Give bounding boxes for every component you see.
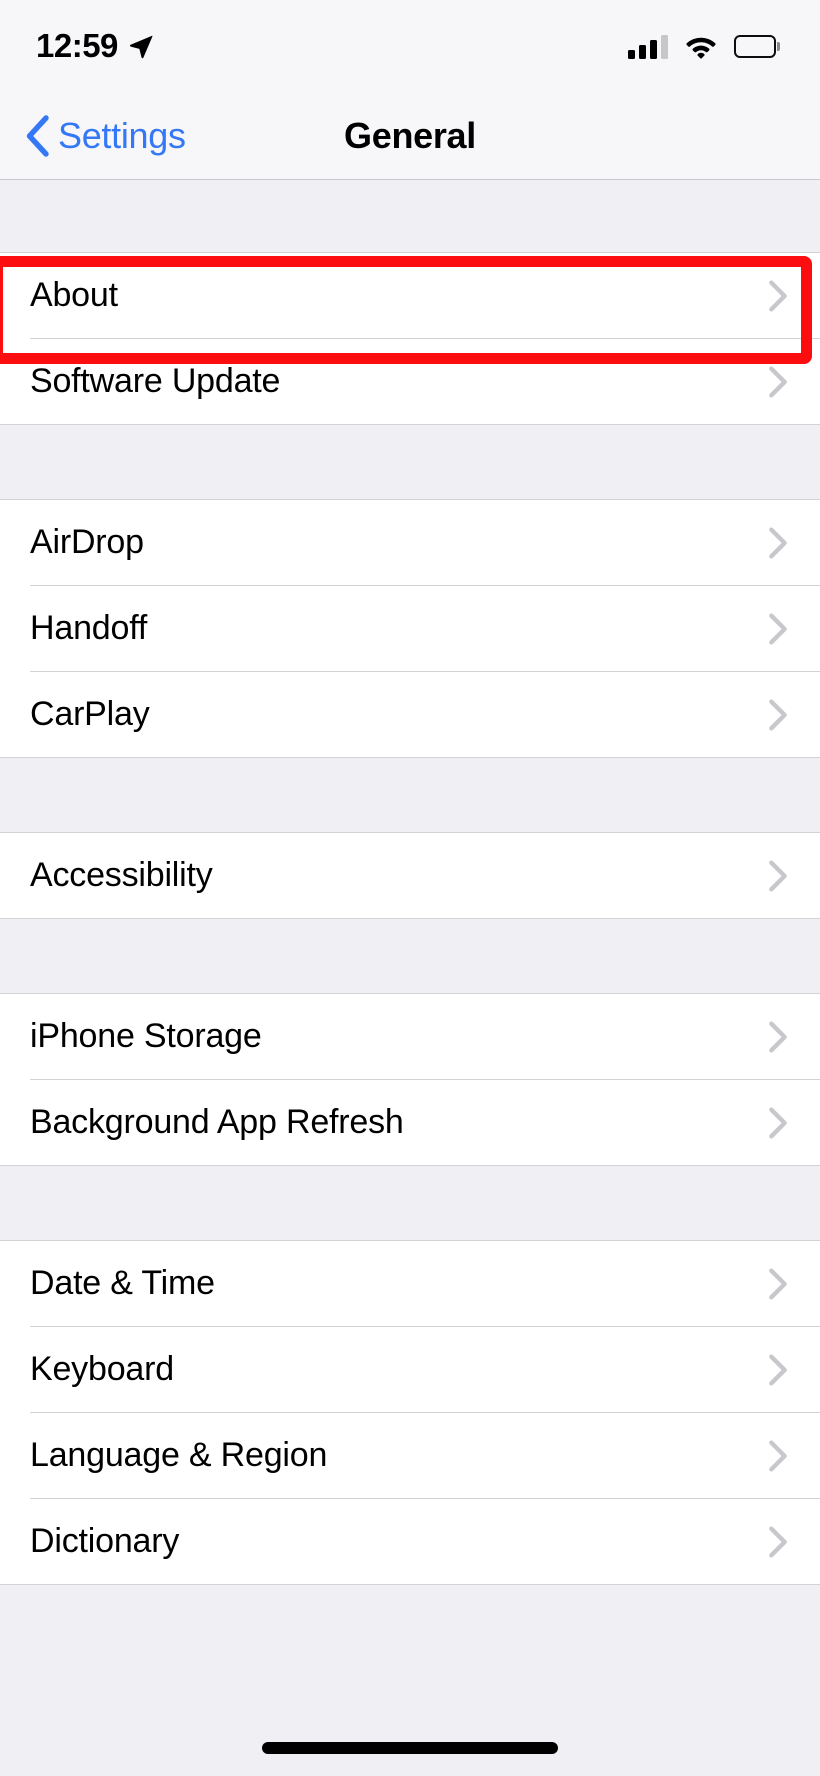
chevron-right-icon: [768, 279, 788, 313]
chevron-right-icon: [768, 526, 788, 560]
settings-row-handoff[interactable]: Handoff: [0, 586, 820, 671]
settings-row-carplay[interactable]: CarPlay: [0, 672, 820, 757]
chevron-right-icon: [768, 698, 788, 732]
home-indicator-area: [0, 1716, 820, 1776]
group-gap: [0, 1166, 820, 1240]
row-label: iPhone Storage: [30, 1017, 262, 1055]
chevron-right-icon: [768, 1267, 788, 1301]
row-label: Language & Region: [30, 1436, 328, 1474]
row-label: Keyboard: [30, 1350, 174, 1388]
chevron-left-icon: [24, 114, 50, 157]
chevron-right-icon: [768, 612, 788, 646]
status-bar: 12:59: [0, 0, 820, 92]
status-bar-right: [628, 33, 780, 59]
home-indicator-bar[interactable]: [262, 1742, 558, 1754]
chevron-right-icon: [768, 365, 788, 399]
settings-row-accessibility[interactable]: Accessibility: [0, 833, 820, 918]
settings-row-software-update[interactable]: Software Update: [0, 339, 820, 424]
row-label: AirDrop: [30, 523, 144, 561]
storage-group: iPhone Storage Background App Refresh: [0, 993, 820, 1166]
device-info-group: About Software Update: [0, 252, 820, 425]
settings-row-date-time[interactable]: Date & Time: [0, 1241, 820, 1326]
group-gap: [0, 425, 820, 499]
row-label: Dictionary: [30, 1522, 180, 1560]
row-label: Background App Refresh: [30, 1103, 404, 1141]
row-label: CarPlay: [30, 695, 150, 733]
iphone-settings-screen: 12:59 Settings General About Software Up…: [0, 0, 820, 1776]
chevron-right-icon: [768, 1020, 788, 1054]
row-label: About: [30, 276, 118, 314]
continuity-group: AirDrop Handoff CarPlay: [0, 499, 820, 758]
row-label: Software Update: [30, 362, 281, 400]
settings-row-keyboard[interactable]: Keyboard: [0, 1327, 820, 1412]
chevron-right-icon: [768, 1525, 788, 1559]
row-label: Accessibility: [30, 856, 213, 894]
settings-list[interactable]: About Software Update AirDrop Handoff CarPla…: [0, 180, 820, 1585]
page-title: General: [344, 114, 476, 156]
settings-row-background-app-refresh[interactable]: Background App Refresh: [0, 1080, 820, 1165]
status-bar-left: 12:59: [36, 27, 154, 65]
group-gap: [0, 758, 820, 832]
status-bar-clock: 12:59: [36, 27, 118, 64]
localization-group: Date & Time Keyboard Language & Region Dict…: [0, 1240, 820, 1585]
accessibility-group: Accessibility: [0, 832, 820, 919]
location-arrow-icon: [128, 33, 154, 59]
chevron-right-icon: [768, 1106, 788, 1140]
chevron-right-icon: [768, 1439, 788, 1473]
settings-row-dictionary[interactable]: Dictionary: [0, 1499, 820, 1584]
back-button-label: Settings: [58, 114, 186, 156]
settings-row-iphone-storage[interactable]: iPhone Storage: [0, 994, 820, 1079]
navigation-bar: Settings General: [0, 92, 820, 180]
settings-row-about[interactable]: About: [0, 253, 820, 338]
row-label: Handoff: [30, 609, 148, 647]
row-label: Date & Time: [30, 1264, 215, 1302]
chevron-right-icon: [768, 859, 788, 893]
battery-icon: [734, 34, 780, 58]
group-gap: [0, 919, 820, 993]
group-gap: [0, 180, 820, 252]
wifi-icon: [684, 33, 718, 59]
chevron-right-icon: [768, 1353, 788, 1387]
settings-row-airdrop[interactable]: AirDrop: [0, 500, 820, 585]
cellular-signal-icon: [628, 33, 668, 59]
back-button[interactable]: Settings: [24, 115, 186, 157]
settings-row-language-region[interactable]: Language & Region: [0, 1413, 820, 1498]
